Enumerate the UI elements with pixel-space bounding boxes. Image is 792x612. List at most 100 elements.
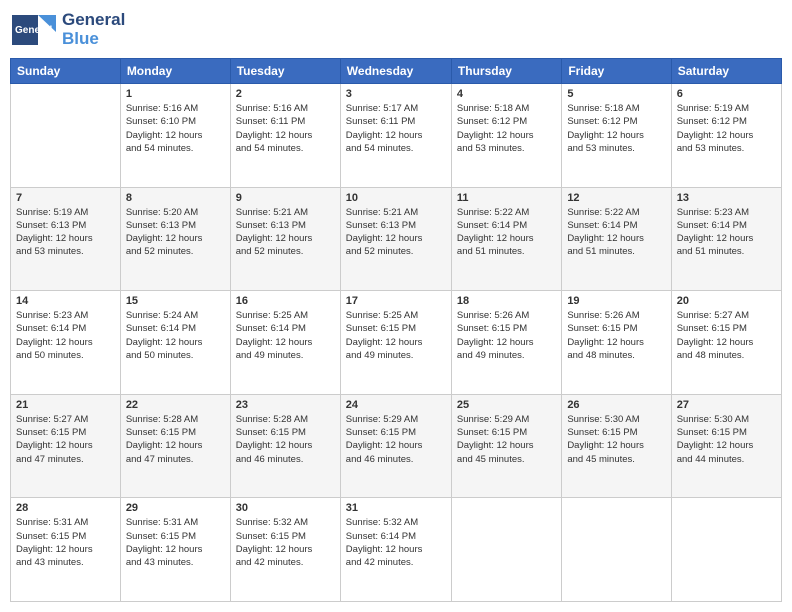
day-number: 17: [346, 295, 446, 307]
calendar-cell: 19 Sunrise: 5:26 AM Sunset: 6:15 PM Dayli…: [562, 291, 671, 395]
logo: General General Blue: [10, 10, 125, 50]
day-info: Sunrise: 5:16 AM Sunset: 6:11 PM Dayligh…: [236, 102, 335, 155]
day-number: 2: [236, 88, 335, 100]
week-row-2: 7Sunrise: 5:19 AM Sunset: 6:13 PM Daylig…: [11, 187, 782, 291]
calendar-cell: 6Sunrise: 5:19 AM Sunset: 6:12 PM Daylig…: [671, 84, 781, 188]
day-number: 18: [457, 295, 556, 307]
calendar-cell: 9 Sunrise: 5:21 AM Sunset: 6:13 PM Daylig…: [230, 187, 340, 291]
day-number: 30: [236, 502, 335, 514]
day-info: Sunrise: 5:26 AM Sunset: 6:15 PM Dayligh…: [457, 309, 556, 362]
header-row: SundayMondayTuesdayWednesdayThursdayFrid…: [11, 59, 782, 84]
calendar-cell: [562, 498, 671, 602]
day-info: Sunrise: 5:29 AM Sunset: 6:15 PM Dayligh…: [457, 413, 556, 466]
header: General General Blue: [10, 10, 782, 50]
col-header-sunday: Sunday: [11, 59, 121, 84]
col-header-thursday: Thursday: [451, 59, 561, 84]
calendar-cell: 29Sunrise: 5:31 AM Sunset: 6:15 PM Dayli…: [120, 498, 230, 602]
day-info: Sunrise: 5:27 AM Sunset: 6:15 PM Dayligh…: [677, 309, 776, 362]
calendar-cell: 16Sunrise: 5:25 AM Sunset: 6:14 PM Dayli…: [230, 291, 340, 395]
svg-text:General: General: [15, 25, 52, 36]
day-number: 20: [677, 295, 776, 307]
day-number: 5: [567, 88, 665, 100]
day-number: 14: [16, 295, 115, 307]
day-number: 4: [457, 88, 556, 100]
day-info: Sunrise: 5:25 AM Sunset: 6:15 PM Dayligh…: [346, 309, 446, 362]
day-number: 27: [677, 399, 776, 411]
day-number: 25: [457, 399, 556, 411]
col-header-friday: Friday: [562, 59, 671, 84]
day-number: 6: [677, 88, 776, 100]
calendar-cell: 12 Sunrise: 5:22 AM Sunset: 6:14 PM Dayli…: [562, 187, 671, 291]
calendar-cell: 1 Sunrise: 5:16 AM Sunset: 6:10 PM Daylig…: [120, 84, 230, 188]
calendar-cell: 25 Sunrise: 5:29 AM Sunset: 6:15 PM Dayli…: [451, 394, 561, 498]
day-number: 8: [126, 192, 225, 204]
day-info: Sunrise: 5:31 AM Sunset: 6:15 PM Dayligh…: [126, 516, 225, 569]
calendar-cell: 8 Sunrise: 5:20 AM Sunset: 6:13 PM Daylig…: [120, 187, 230, 291]
calendar-cell: [11, 84, 121, 188]
logo-blue: Blue: [62, 29, 99, 48]
page: General General Blue SundayMondayTuesday…: [0, 0, 792, 612]
day-info: Sunrise: 5:32 AM Sunset: 6:14 PM Dayligh…: [346, 516, 446, 569]
day-number: 12: [567, 192, 665, 204]
day-info: Sunrise: 5:16 AM Sunset: 6:10 PM Dayligh…: [126, 102, 225, 155]
calendar-cell: [451, 498, 561, 602]
calendar-cell: 3 Sunrise: 5:17 AM Sunset: 6:11 PM Daylig…: [340, 84, 451, 188]
calendar-cell: 4 Sunrise: 5:18 AM Sunset: 6:12 PM Daylig…: [451, 84, 561, 188]
calendar-cell: 18 Sunrise: 5:26 AM Sunset: 6:15 PM Dayli…: [451, 291, 561, 395]
day-info: Sunrise: 5:32 AM Sunset: 6:15 PM Dayligh…: [236, 516, 335, 569]
day-info: Sunrise: 5:17 AM Sunset: 6:11 PM Dayligh…: [346, 102, 446, 155]
calendar-cell: 14Sunrise: 5:23 AM Sunset: 6:14 PM Dayli…: [11, 291, 121, 395]
day-number: 3: [346, 88, 446, 100]
day-number: 23: [236, 399, 335, 411]
calendar-cell: 24 Sunrise: 5:29 AM Sunset: 6:15 PM Dayli…: [340, 394, 451, 498]
calendar-cell: 11Sunrise: 5:22 AM Sunset: 6:14 PM Dayli…: [451, 187, 561, 291]
day-number: 11: [457, 192, 556, 204]
day-info: Sunrise: 5:21 AM Sunset: 6:13 PM Dayligh…: [236, 206, 335, 259]
calendar-cell: 13Sunrise: 5:23 AM Sunset: 6:14 PM Dayli…: [671, 187, 781, 291]
day-info: Sunrise: 5:22 AM Sunset: 6:14 PM Dayligh…: [567, 206, 665, 259]
day-number: 1: [126, 88, 225, 100]
day-number: 24: [346, 399, 446, 411]
calendar-cell: 20 Sunrise: 5:27 AM Sunset: 6:15 PM Dayli…: [671, 291, 781, 395]
calendar-cell: 5Sunrise: 5:18 AM Sunset: 6:12 PM Daylig…: [562, 84, 671, 188]
col-header-monday: Monday: [120, 59, 230, 84]
day-number: 9: [236, 192, 335, 204]
day-number: 7: [16, 192, 115, 204]
day-info: Sunrise: 5:31 AM Sunset: 6:15 PM Dayligh…: [16, 516, 115, 569]
week-row-4: 21Sunrise: 5:27 AM Sunset: 6:15 PM Dayli…: [11, 394, 782, 498]
col-header-saturday: Saturday: [671, 59, 781, 84]
week-row-3: 14Sunrise: 5:23 AM Sunset: 6:14 PM Dayli…: [11, 291, 782, 395]
day-info: Sunrise: 5:28 AM Sunset: 6:15 PM Dayligh…: [236, 413, 335, 466]
day-number: 15: [126, 295, 225, 307]
calendar-cell: 15 Sunrise: 5:24 AM Sunset: 6:14 PM Dayli…: [120, 291, 230, 395]
day-info: Sunrise: 5:26 AM Sunset: 6:15 PM Dayligh…: [567, 309, 665, 362]
day-info: Sunrise: 5:20 AM Sunset: 6:13 PM Dayligh…: [126, 206, 225, 259]
calendar-cell: 22Sunrise: 5:28 AM Sunset: 6:15 PM Dayli…: [120, 394, 230, 498]
calendar-cell: 21Sunrise: 5:27 AM Sunset: 6:15 PM Dayli…: [11, 394, 121, 498]
col-header-tuesday: Tuesday: [230, 59, 340, 84]
day-number: 26: [567, 399, 665, 411]
col-header-wednesday: Wednesday: [340, 59, 451, 84]
calendar-cell: 17 Sunrise: 5:25 AM Sunset: 6:15 PM Dayli…: [340, 291, 451, 395]
calendar-cell: 10Sunrise: 5:21 AM Sunset: 6:13 PM Dayli…: [340, 187, 451, 291]
calendar-table: SundayMondayTuesdayWednesdayThursdayFrid…: [10, 58, 782, 602]
logo-svg: General: [10, 10, 60, 50]
calendar-cell: 27Sunrise: 5:30 AM Sunset: 6:15 PM Dayli…: [671, 394, 781, 498]
day-info: Sunrise: 5:18 AM Sunset: 6:12 PM Dayligh…: [457, 102, 556, 155]
day-info: Sunrise: 5:28 AM Sunset: 6:15 PM Dayligh…: [126, 413, 225, 466]
day-number: 31: [346, 502, 446, 514]
day-number: 28: [16, 502, 115, 514]
calendar-cell: [671, 498, 781, 602]
day-info: Sunrise: 5:21 AM Sunset: 6:13 PM Dayligh…: [346, 206, 446, 259]
calendar-cell: 2 Sunrise: 5:16 AM Sunset: 6:11 PM Daylig…: [230, 84, 340, 188]
day-info: Sunrise: 5:29 AM Sunset: 6:15 PM Dayligh…: [346, 413, 446, 466]
day-info: Sunrise: 5:24 AM Sunset: 6:14 PM Dayligh…: [126, 309, 225, 362]
day-number: 19: [567, 295, 665, 307]
day-number: 21: [16, 399, 115, 411]
calendar-cell: 26 Sunrise: 5:30 AM Sunset: 6:15 PM Dayli…: [562, 394, 671, 498]
calendar-cell: 28 Sunrise: 5:31 AM Sunset: 6:15 PM Dayli…: [11, 498, 121, 602]
logo-general: General: [62, 10, 125, 29]
day-info: Sunrise: 5:25 AM Sunset: 6:14 PM Dayligh…: [236, 309, 335, 362]
day-info: Sunrise: 5:30 AM Sunset: 6:15 PM Dayligh…: [567, 413, 665, 466]
day-number: 13: [677, 192, 776, 204]
